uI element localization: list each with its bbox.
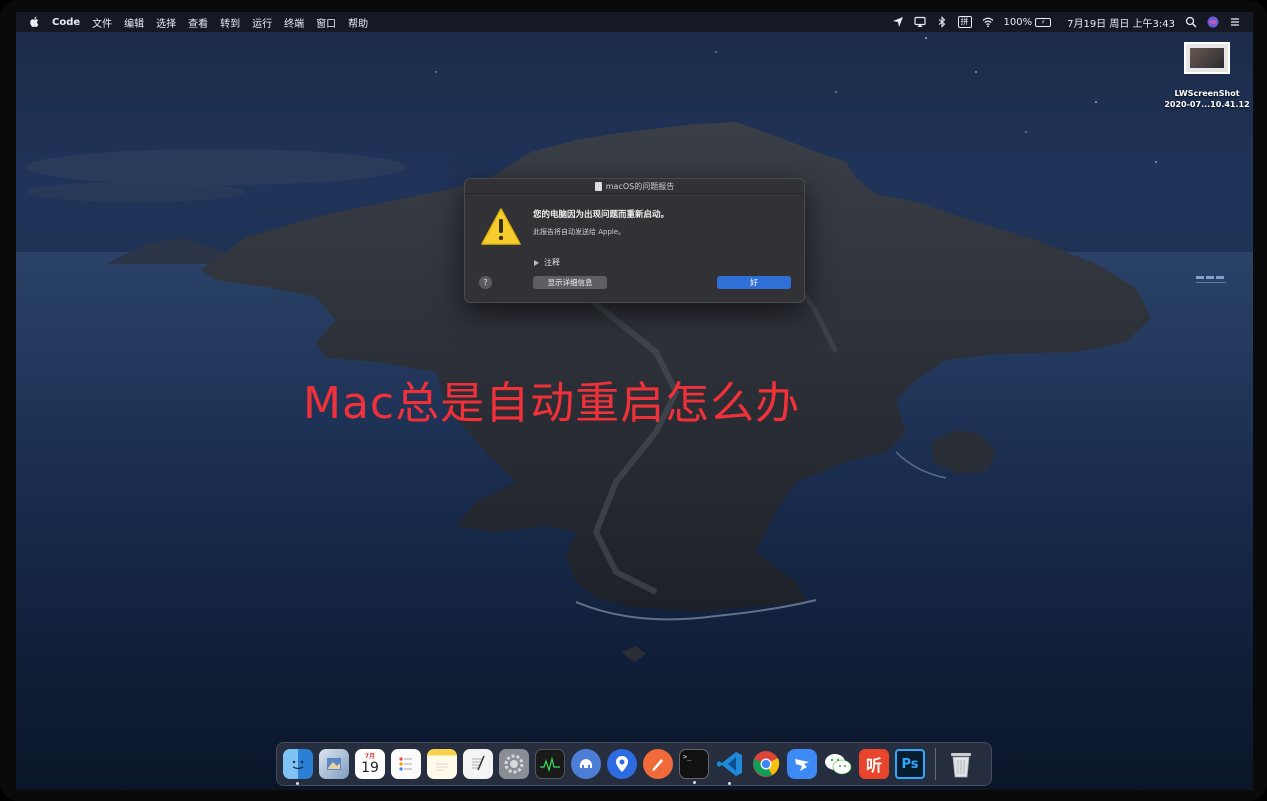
dialog-submessage: 此报告将自动发送给 Apple。 bbox=[533, 228, 626, 236]
menu-clock[interactable]: 7月19日 周日 上午3:43 bbox=[1067, 15, 1175, 30]
dock-reminders[interactable] bbox=[391, 749, 421, 779]
help-button[interactable]: ? bbox=[479, 276, 492, 289]
dock-preview[interactable] bbox=[319, 749, 349, 779]
wifi-icon[interactable] bbox=[982, 16, 994, 28]
dock-swift-playgrounds[interactable] bbox=[643, 749, 673, 779]
reminders-icon bbox=[399, 757, 412, 771]
apple-menu-icon[interactable] bbox=[28, 16, 40, 28]
dialog-message: 您的电脑因为出现问题而重新启动。 bbox=[533, 210, 670, 220]
menu-edit[interactable]: 编辑 bbox=[124, 15, 144, 30]
dock-separator bbox=[935, 748, 936, 780]
running-indicator bbox=[296, 782, 299, 785]
screenshot-thumbnail bbox=[1184, 42, 1230, 74]
finder-icon bbox=[292, 760, 304, 770]
menu-file[interactable]: 文件 bbox=[92, 15, 112, 30]
dingtalk-icon bbox=[795, 759, 809, 771]
notification-center-icon[interactable] bbox=[1229, 16, 1241, 28]
menu-run[interactable]: 运行 bbox=[252, 15, 272, 30]
chrome-icon bbox=[753, 751, 780, 777]
menu-help[interactable]: 帮助 bbox=[348, 15, 368, 30]
battery-percent: 100% bbox=[1003, 16, 1033, 28]
dialog-title: macOS的问题报告 bbox=[605, 181, 675, 191]
pen-nib-icon bbox=[652, 759, 663, 771]
notes-disclosure[interactable]: 注释 bbox=[534, 257, 560, 268]
photoshop-label: Ps bbox=[901, 756, 919, 772]
elephant-icon bbox=[579, 759, 593, 768]
textedit-icon bbox=[472, 755, 485, 771]
wechat-icon bbox=[825, 754, 852, 775]
dock-photoshop[interactable]: Ps bbox=[895, 749, 925, 779]
menu-terminal[interactable]: 终端 bbox=[284, 15, 304, 30]
menu-selection[interactable]: 选择 bbox=[156, 15, 176, 30]
dock-terminal[interactable]: >_ bbox=[679, 749, 709, 784]
calendar-day: 19 bbox=[361, 759, 379, 776]
ting-label: 听 bbox=[865, 756, 882, 775]
dock-calendar[interactable]: 7月 19 bbox=[355, 749, 385, 779]
dock-maps-pin[interactable] bbox=[607, 749, 637, 779]
desktop: Code 文件 编辑 选择 查看 转到 运行 终端 窗口 帮助 拼 100% ⚡… bbox=[16, 12, 1253, 790]
dock: 7月 19 >_ 听 Ps bbox=[276, 742, 992, 786]
dock-ting[interactable]: 听 bbox=[859, 749, 889, 779]
dock-chrome[interactable] bbox=[751, 749, 781, 779]
file-name-line2: 2020-07...10.41.12 bbox=[1164, 100, 1250, 109]
vscode-icon bbox=[717, 752, 742, 776]
desktop-screenshot-file[interactable]: LWScreenShot 2020-07...10.41.12 bbox=[1162, 42, 1252, 110]
notes-app-icon bbox=[436, 763, 448, 771]
dock-trash[interactable] bbox=[946, 749, 976, 779]
trash-icon bbox=[951, 753, 971, 778]
minimized-window-preview bbox=[1196, 276, 1226, 283]
dock-tableplus[interactable] bbox=[571, 749, 601, 779]
preview-icon bbox=[327, 758, 341, 770]
dock-system-preferences[interactable] bbox=[499, 749, 529, 779]
spotlight-search-icon[interactable] bbox=[1185, 16, 1197, 28]
ok-button[interactable]: 好 bbox=[717, 276, 791, 289]
menu-view[interactable]: 查看 bbox=[188, 15, 208, 30]
disclosure-triangle-icon bbox=[534, 259, 539, 266]
dock-activity-monitor[interactable] bbox=[535, 749, 565, 779]
show-details-button[interactable]: 显示详细信息 bbox=[533, 276, 607, 289]
notes-label: 注释 bbox=[544, 258, 560, 267]
file-name-line1: LWScreenShot bbox=[1174, 89, 1240, 98]
document-icon bbox=[594, 181, 602, 191]
dock-notes[interactable] bbox=[427, 749, 457, 779]
bluetooth-icon[interactable] bbox=[936, 16, 948, 28]
menu-go[interactable]: 转到 bbox=[220, 15, 240, 30]
overlay-headline: Mac总是自动重启怎么办 bbox=[303, 378, 801, 429]
problem-report-dialog: macOS的问题报告 您的电脑因为出现问题而重新启动。 此报告将自动发送给 Ap… bbox=[464, 178, 805, 303]
menu-app-name[interactable]: Code bbox=[52, 17, 80, 28]
siri-icon[interactable] bbox=[1207, 16, 1219, 28]
location-arrow-icon[interactable] bbox=[892, 16, 904, 28]
running-indicator bbox=[728, 782, 731, 785]
battery-icon: ⚡ bbox=[1035, 17, 1052, 27]
menu-bar: Code 文件 编辑 选择 查看 转到 运行 终端 窗口 帮助 拼 100% ⚡… bbox=[16, 12, 1253, 32]
battery-status[interactable]: 100% ⚡ bbox=[1004, 17, 1052, 28]
location-pin-icon bbox=[616, 756, 628, 772]
dock-textedit[interactable] bbox=[463, 749, 493, 779]
status-area: 拼 100% ⚡ 7月19日 周日 上午3:43 bbox=[892, 15, 1242, 30]
airplay-icon[interactable] bbox=[913, 16, 926, 28]
dock-finder[interactable] bbox=[283, 749, 313, 785]
dialog-titlebar[interactable]: macOS的问题报告 bbox=[465, 179, 804, 194]
menu-window[interactable]: 窗口 bbox=[316, 15, 336, 30]
warning-icon bbox=[481, 208, 521, 245]
dock-vscode[interactable] bbox=[715, 749, 745, 785]
input-method-indicator[interactable]: 拼 bbox=[957, 16, 972, 28]
running-indicator bbox=[693, 781, 696, 784]
dock-dingtalk[interactable] bbox=[787, 749, 817, 779]
gear-icon bbox=[504, 754, 524, 774]
terminal-prompt: >_ bbox=[683, 753, 692, 761]
dock-wechat[interactable] bbox=[823, 749, 853, 779]
activity-monitor-icon bbox=[540, 756, 560, 773]
